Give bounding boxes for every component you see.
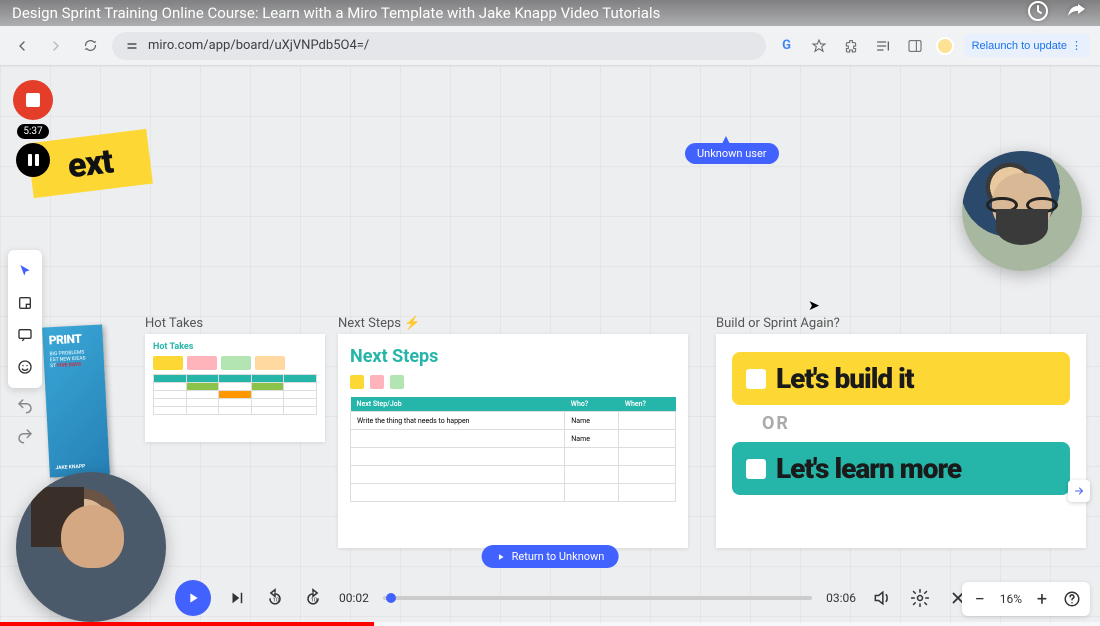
table-row: [351, 484, 676, 502]
screen-recorder-widget[interactable]: 5:37: [10, 80, 56, 177]
forward-10-button[interactable]: 10: [301, 586, 325, 610]
browser-toolbar: miro.com/app/board/uXjVNPdb5O4=/ G Relau…: [0, 26, 1100, 66]
redo-button[interactable]: [8, 425, 42, 447]
extensions-icon[interactable]: [840, 35, 862, 57]
reading-list-icon[interactable]: [872, 35, 894, 57]
table-row: Write the thing that needs to happenName: [351, 412, 676, 430]
url-text: miro.com/app/board/uXjVNPdb5O4=/: [148, 38, 369, 53]
checkbox-icon[interactable]: [746, 369, 766, 389]
help-button[interactable]: [1062, 589, 1082, 609]
miro-toolbar: [8, 250, 42, 388]
miro-canvas[interactable]: ext ▲ Unknown user ➤ PRINT BIG PROBLEMS …: [0, 66, 1100, 626]
table-row: [351, 466, 676, 484]
video-title-bar: Design Sprint Training Online Course: Le…: [0, 0, 1100, 26]
checkbox-icon[interactable]: [746, 459, 766, 479]
zoom-controls: − 16% +: [962, 582, 1090, 616]
watch-later-icon[interactable]: [1026, 0, 1050, 27]
record-timer: 5:37: [17, 124, 48, 139]
mouse-cursor-icon: ➤: [808, 298, 820, 314]
site-settings-icon[interactable]: [124, 38, 140, 54]
undo-button[interactable]: [8, 395, 42, 417]
zoom-in-button[interactable]: +: [1032, 589, 1052, 609]
reload-button[interactable]: [78, 34, 102, 58]
google-icon[interactable]: G: [776, 35, 798, 57]
return-to-unknown-button[interactable]: Return to Unknown: [482, 545, 619, 568]
zoom-level[interactable]: 16%: [1000, 592, 1022, 606]
cursor-tool[interactable]: [8, 256, 42, 286]
choice-learn-more[interactable]: Let's learn more: [732, 442, 1070, 495]
share-icon[interactable]: [1064, 0, 1088, 27]
frame-label-next-steps[interactable]: Next Steps ⚡: [338, 316, 420, 331]
duration: 03:06: [826, 591, 856, 605]
frame-hot-takes[interactable]: Hot Takes: [145, 334, 325, 442]
frame-label-build[interactable]: Build or Sprint Again?: [716, 316, 840, 331]
current-time: 00:02: [339, 591, 369, 605]
webcam-presenter-bottom[interactable]: [16, 472, 166, 622]
or-divider: OR: [732, 405, 1070, 442]
bookmark-icon[interactable]: [808, 35, 830, 57]
next-button[interactable]: [225, 586, 249, 610]
table-row: [351, 448, 676, 466]
youtube-progress-remainder[interactable]: [374, 622, 1100, 626]
profile-avatar[interactable]: [936, 37, 954, 55]
next-steps-table[interactable]: Next Step/Job Who? When? Write the thing…: [350, 397, 676, 502]
video-title: Design Sprint Training Online Course: Le…: [12, 4, 660, 22]
progress-bar[interactable]: [383, 596, 812, 600]
side-panel-icon[interactable]: [904, 35, 926, 57]
collaborator-cursor-label: Unknown user: [685, 143, 779, 164]
choice-build-it[interactable]: Let's build it: [732, 352, 1070, 405]
forward-button[interactable]: [44, 34, 68, 58]
svg-text:10: 10: [311, 597, 318, 603]
youtube-progress-bar[interactable]: [0, 622, 374, 626]
talktrack-player: 10 10 00:02 03:06: [175, 576, 970, 620]
settings-button[interactable]: [908, 586, 932, 610]
relaunch-button[interactable]: Relaunch to update⋮: [964, 34, 1090, 57]
emoji-tool[interactable]: [8, 352, 42, 382]
sticky-text: ext: [65, 141, 114, 186]
back-button[interactable]: [10, 34, 34, 58]
frame-label-hot-takes[interactable]: Hot Takes: [145, 316, 203, 331]
comment-tool[interactable]: [8, 320, 42, 350]
play-button[interactable]: [175, 580, 211, 616]
volume-button[interactable]: [870, 586, 894, 610]
rewind-10-button[interactable]: 10: [263, 586, 287, 610]
undo-redo-group: [8, 395, 42, 447]
hot-takes-table: [153, 374, 317, 415]
pause-record-button[interactable]: [16, 143, 50, 177]
url-bar[interactable]: miro.com/app/board/uXjVNPdb5O4=/: [112, 32, 766, 60]
expand-right-icon[interactable]: [1068, 480, 1090, 502]
frame-next-steps[interactable]: Next Steps Next Step/Job Who? When? Writ…: [338, 334, 688, 548]
table-row: Name: [351, 430, 676, 448]
sprint-book-cover[interactable]: PRINT BIG PROBLEMS EST NEW IDEAS ST FIVE…: [42, 325, 110, 478]
zoom-out-button[interactable]: −: [970, 589, 990, 609]
sticky-note-tool[interactable]: [8, 288, 42, 318]
svg-text:10: 10: [273, 597, 280, 603]
webcam-presenter-top[interactable]: [962, 151, 1082, 271]
frame-build-or-sprint[interactable]: Let's build it OR Let's learn more: [716, 334, 1086, 548]
stop-record-button[interactable]: [13, 80, 53, 120]
